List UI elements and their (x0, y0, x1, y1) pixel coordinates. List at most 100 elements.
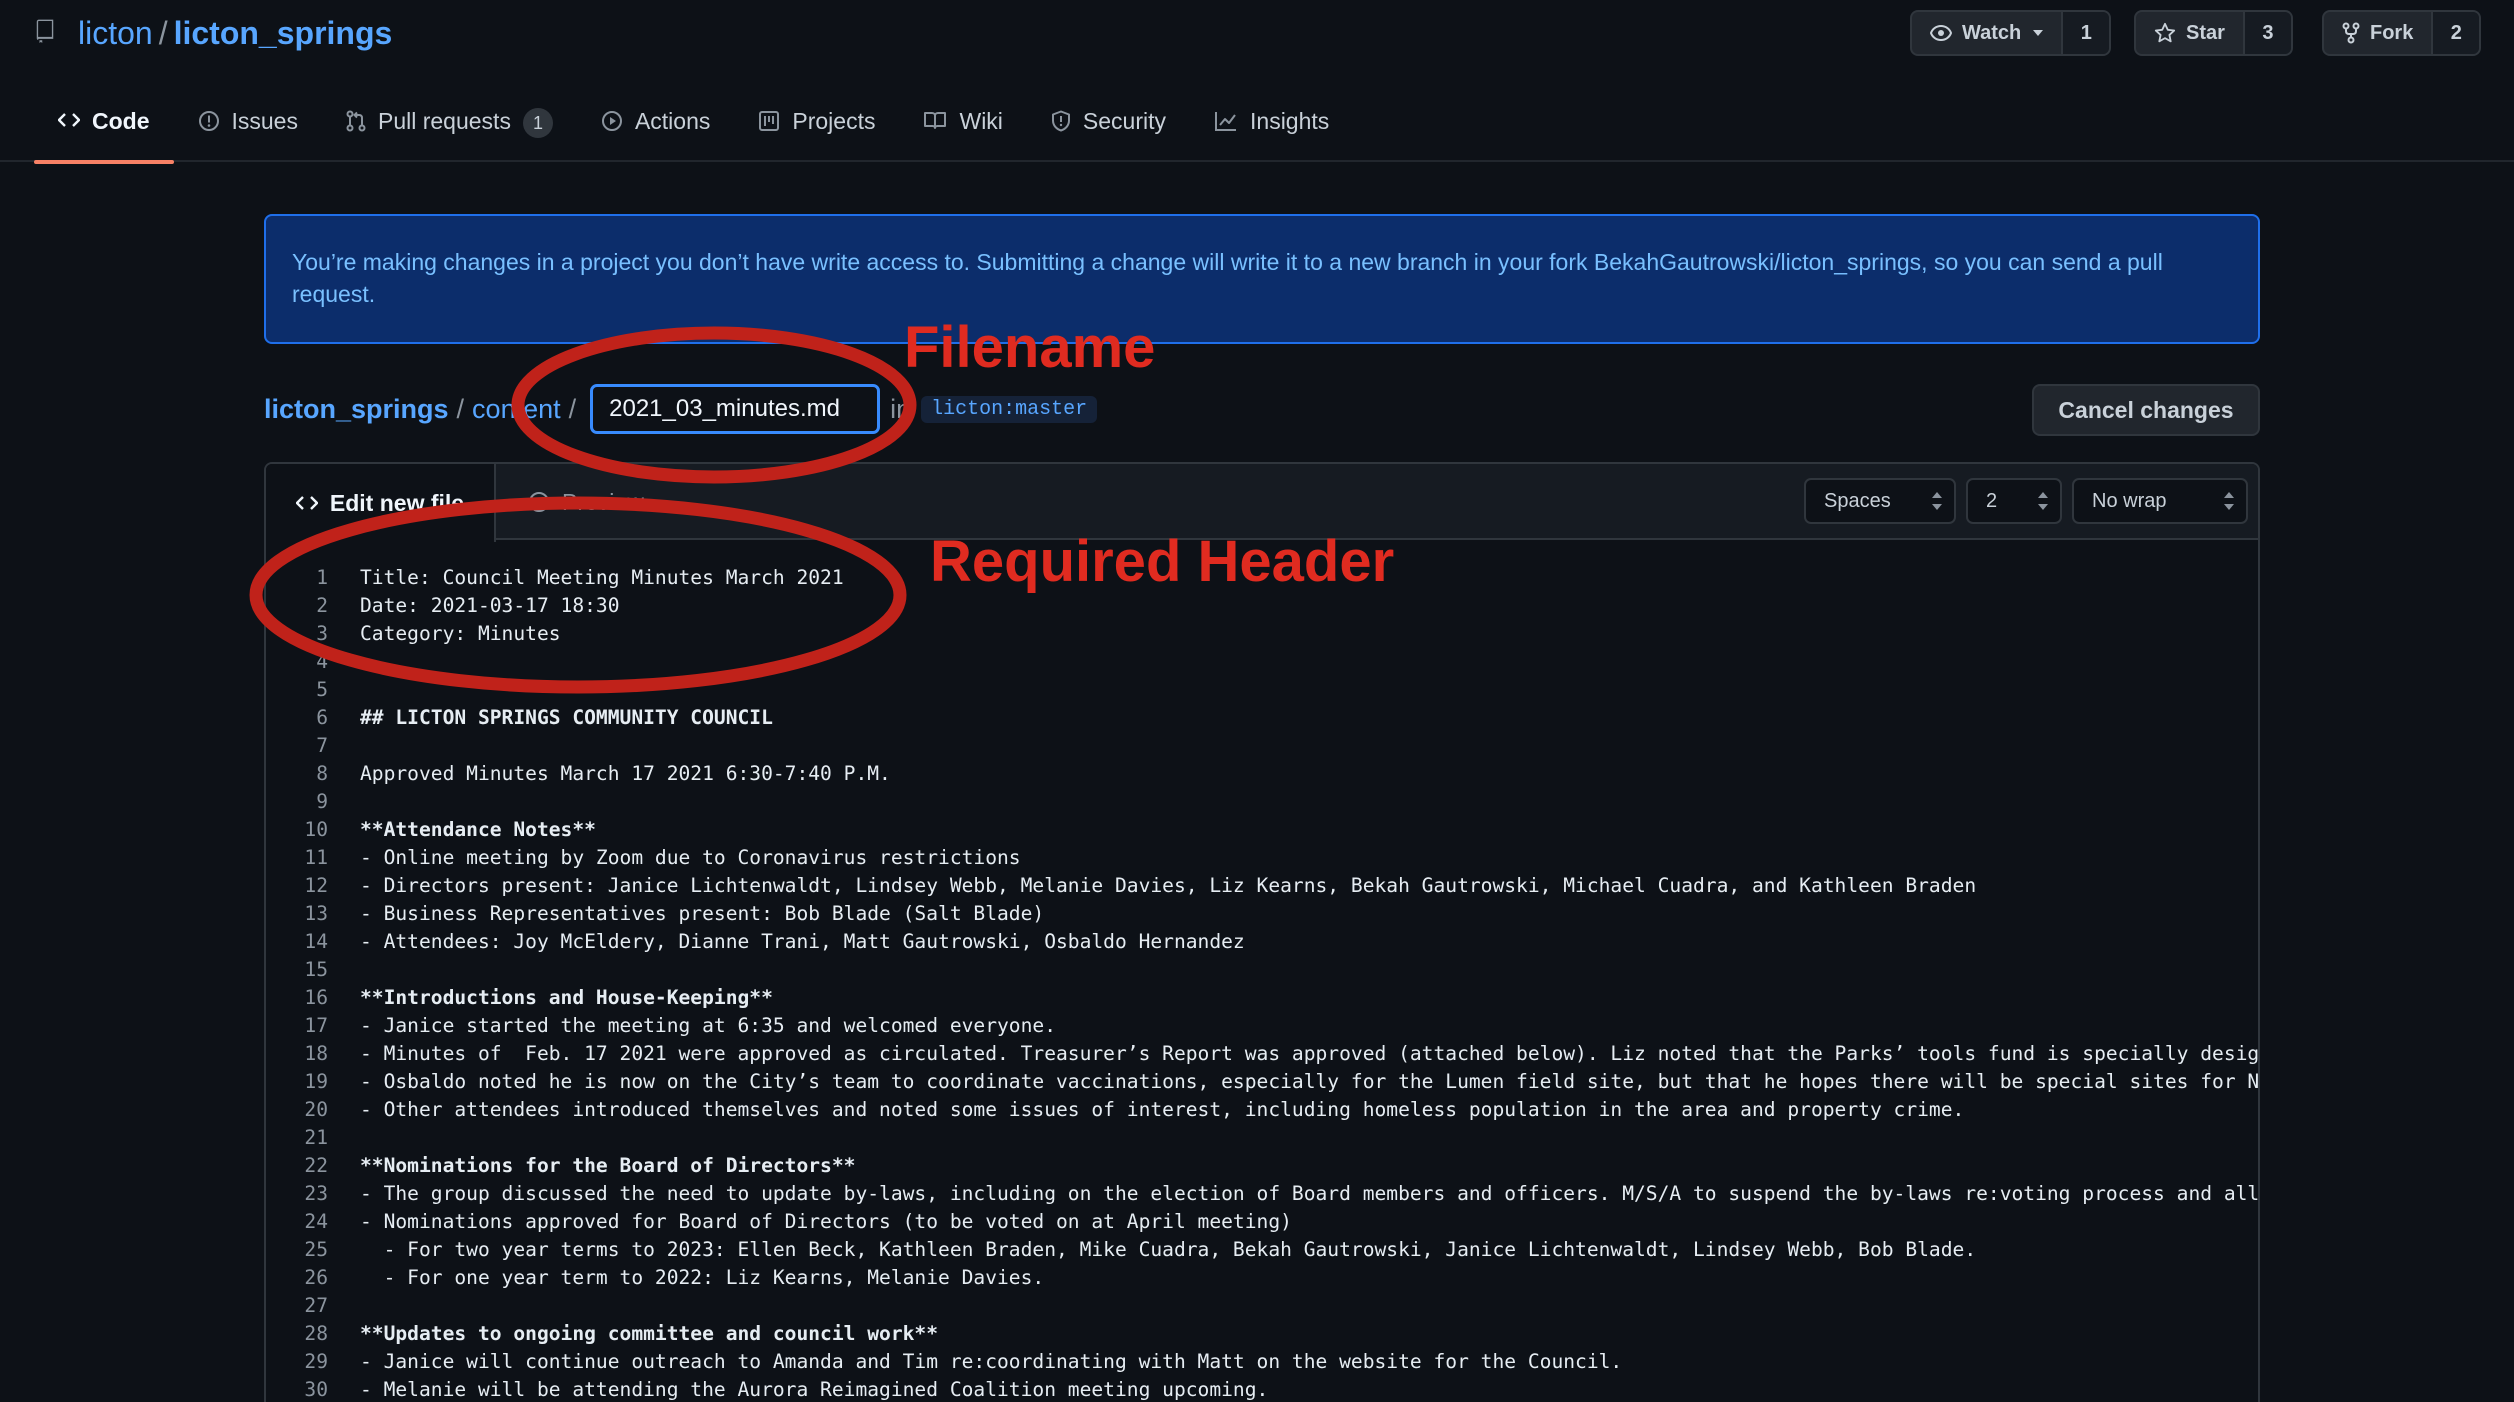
line-number: 27 (304, 1294, 328, 1317)
breadcrumb-dir-link[interactable]: content (472, 394, 561, 425)
edit-file-tab[interactable]: Edit new file (266, 464, 496, 542)
tab-label: Actions (634, 108, 711, 134)
branch-tag: licton:master (921, 395, 1098, 423)
branch-in-label: in (890, 393, 912, 424)
line-text: - Nominations approved for Board of Dire… (360, 1210, 1292, 1233)
select-arrows-icon (1932, 492, 1942, 510)
wrap-mode-value: No wrap (2092, 489, 2167, 512)
line-number: 8 (316, 762, 328, 785)
code-line: 9 (266, 788, 2258, 816)
tab-label: Projects (792, 108, 876, 134)
line-text: - The group discussed the need to update… (360, 1182, 2258, 1205)
repo-header: licton / licton_springs Watch 1 Star 3 F… (0, 0, 2514, 164)
breadcrumb: licton_springs / content / in licton:mas… (264, 384, 1098, 434)
graph-icon (1215, 112, 1237, 131)
code-line: 18 - Minutes of Feb. 17 2021 were approve… (266, 1040, 2258, 1068)
tab-insights[interactable]: Insights (1190, 96, 1353, 162)
line-number: 28 (304, 1322, 328, 1345)
tab-actions[interactable]: Actions (577, 96, 734, 162)
tab-label: Code (92, 108, 150, 134)
filename-input[interactable] (590, 384, 881, 434)
preview-tab[interactable]: Preview (528, 464, 644, 540)
issue-icon (198, 111, 219, 131)
line-number: 2 (316, 594, 328, 617)
tab-security[interactable]: Security (1027, 96, 1190, 162)
tab-code[interactable]: Code (34, 96, 174, 164)
line-number: 10 (304, 818, 328, 841)
line-number: 16 (304, 986, 328, 1009)
line-text: ## LICTON SPRINGS COMMUNITY COUNCIL (360, 706, 773, 729)
line-number: 3 (316, 622, 328, 645)
preview-tab-label: Preview (562, 488, 644, 515)
code-line: 30 - Melanie will be attending the Aurora… (266, 1376, 2258, 1402)
line-number: 25 (304, 1238, 328, 1261)
required-header-annotation-label: Required Header (930, 529, 1395, 594)
line-number: 22 (304, 1154, 328, 1177)
code-textarea[interactable]: 1 Title: Council Meeting Minutes March 20… (266, 564, 2258, 1402)
line-text: - Osbaldo noted he is now on the City’s … (360, 1070, 2258, 1093)
breadcrumb-repo-link[interactable]: licton_springs (264, 394, 449, 425)
fork-group: Fork 2 (2322, 10, 2482, 56)
chevron-down-icon (2033, 30, 2044, 36)
project-icon (759, 111, 780, 131)
indent-size-select[interactable]: 2 (1966, 478, 2062, 524)
tab-issues[interactable]: Issues (174, 96, 322, 162)
star-button[interactable]: Star (2136, 12, 2245, 54)
repo-nav-tabs: Code Issues Pull requests 1 Actions Proj… (34, 96, 1353, 164)
line-text: **Nominations for the Board of Directors… (360, 1154, 856, 1177)
cancel-changes-button[interactable]: Cancel changes (2032, 384, 2260, 436)
code-line: 28 **Updates to ongoing committee and cou… (266, 1320, 2258, 1348)
indent-size-value: 2 (1986, 489, 1998, 512)
tab-projects[interactable]: Projects (734, 96, 899, 162)
line-text: - Other attendees introduced themselves … (360, 1098, 1965, 1121)
tab-pull-requests[interactable]: Pull requests 1 (322, 96, 577, 162)
tab-wiki[interactable]: Wiki (899, 96, 1026, 162)
line-number: 4 (316, 650, 328, 673)
pull-request-icon (346, 110, 366, 132)
code-line: 10 **Attendance Notes** (266, 816, 2258, 844)
watch-count[interactable]: 1 (2063, 12, 2110, 54)
repo-name-link[interactable]: licton_springs (174, 15, 393, 52)
code-line: 29 - Janice will continue outreach to Ama… (266, 1348, 2258, 1376)
eye-icon (1930, 25, 1952, 41)
line-number: 19 (304, 1070, 328, 1093)
line-number: 23 (304, 1182, 328, 1205)
watch-button[interactable]: Watch (1912, 12, 2064, 54)
code-line: 14 - Attendees: Joy McEldery, Dianne Tran… (266, 928, 2258, 956)
code-icon (58, 113, 80, 127)
code-line: 21 (266, 1124, 2258, 1152)
code-line: 8 Approved Minutes March 17 2021 6:30-7:4… (266, 760, 2258, 788)
repo-path-separator: / (158, 14, 168, 51)
wrap-mode-select[interactable]: No wrap (2072, 478, 2248, 524)
line-text: - Janice will continue outreach to Amand… (360, 1350, 1623, 1373)
line-number: 26 (304, 1266, 328, 1289)
indent-mode-select[interactable]: Spaces (1804, 478, 1956, 524)
repo-owner-link[interactable]: licton (78, 15, 153, 52)
tab-label: Pull requests (377, 108, 511, 134)
indent-mode-value: Spaces (1824, 489, 1891, 512)
tab-label: Insights (1250, 108, 1330, 134)
code-line: 5 (266, 676, 2258, 704)
code-line: 2 Date: 2021-03-17 18:30 (266, 592, 2258, 620)
line-number: 1 (316, 566, 328, 589)
line-number: 11 (304, 846, 328, 869)
fork-count[interactable]: 2 (2433, 12, 2480, 54)
watch-label: Watch (1962, 21, 2022, 44)
line-number: 24 (304, 1210, 328, 1233)
line-number: 21 (304, 1126, 328, 1149)
line-text: - Minutes of Feb. 17 2021 were approved … (360, 1042, 2258, 1065)
file-editor: Edit new file Preview Spaces 2 No wrap 1… (264, 462, 2260, 1402)
fork-button[interactable]: Fork (2324, 12, 2434, 54)
code-line: 20 - Other attendees introduced themselve… (266, 1096, 2258, 1124)
play-icon (601, 111, 622, 131)
line-number: 6 (316, 706, 328, 729)
code-line: 11 - Online meeting by Zoom due to Corona… (266, 844, 2258, 872)
star-count[interactable]: 3 (2244, 12, 2291, 54)
line-number: 20 (304, 1098, 328, 1121)
code-icon (295, 496, 318, 510)
line-text: Title: Council Meeting Minutes March 202… (360, 566, 844, 589)
code-line: 4 (266, 648, 2258, 676)
code-line: 19 - Osbaldo noted he is now on the City’… (266, 1068, 2258, 1096)
select-arrows-icon (2224, 492, 2234, 510)
line-text: Approved Minutes March 17 2021 6:30-7:40… (360, 762, 891, 785)
